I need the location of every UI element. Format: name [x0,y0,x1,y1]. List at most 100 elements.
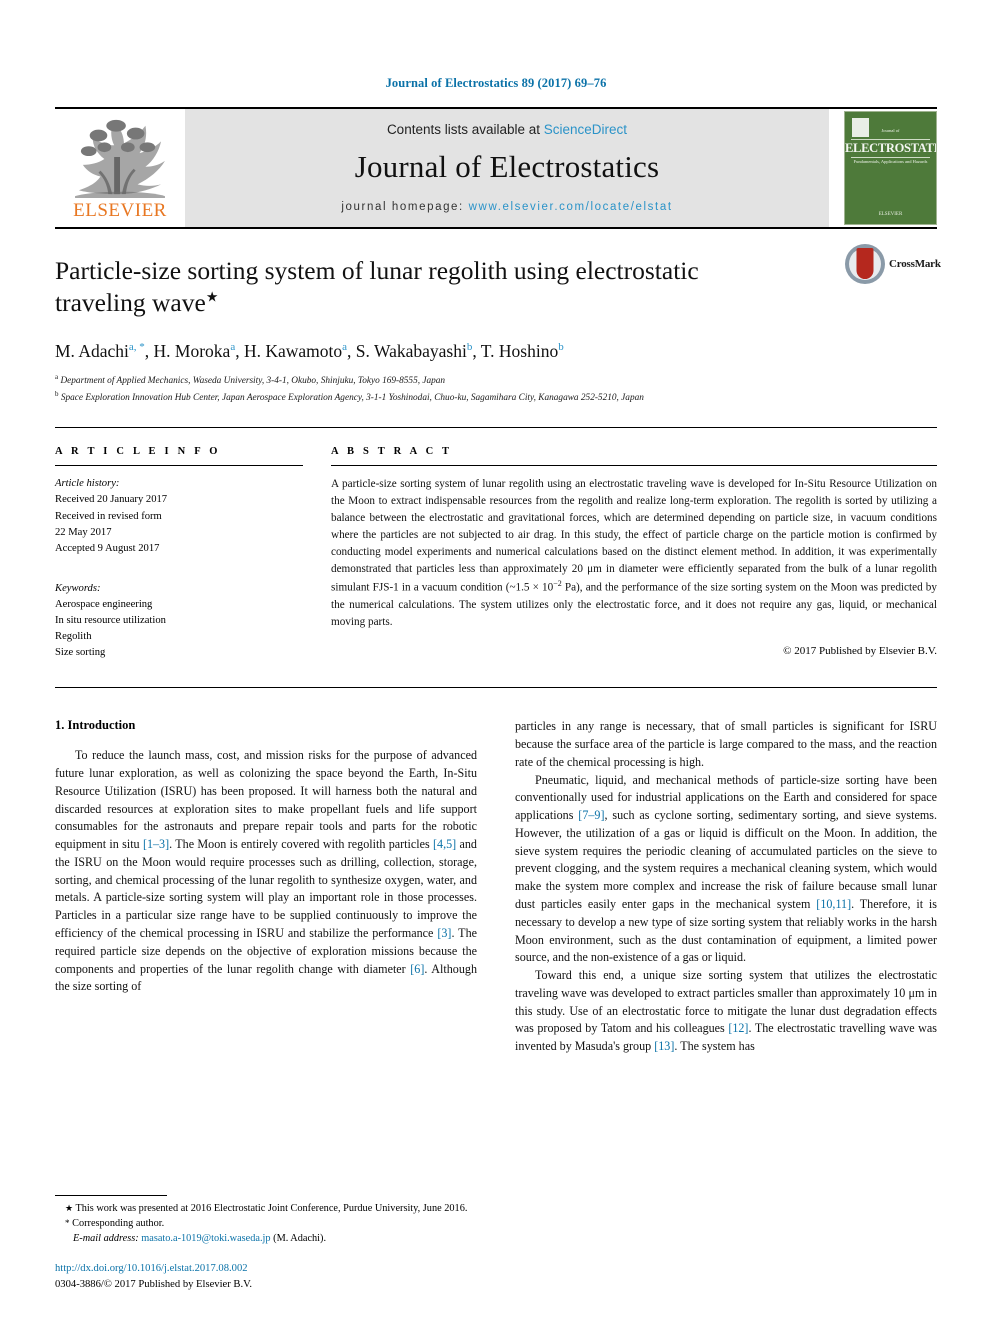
abstract-rule [331,465,937,467]
cover-publisher-name: ELSEVIER [878,212,903,217]
author-marks: a [342,341,348,354]
keywords-label: Keywords: [55,582,101,594]
history-item: Received in revised form [55,510,162,522]
article-title-text: Particle-size sorting system of lunar re… [55,256,699,318]
paragraph: To reduce the launch mass, cost, and mis… [55,747,477,996]
cover-title: ELECTROSTATICS [845,141,937,155]
title-footnote-marker: ★ [205,290,219,306]
cover-small-top: Journal of [881,128,900,133]
crossmark-icon [845,244,885,284]
paragraph-text: . The Moon is entirely covered with rego… [169,837,433,852]
author-item: H. Morokaa [154,341,236,361]
info-abstract-section: A R T I C L E I N F O Article history: R… [55,427,937,661]
doi-block: http://dx.doi.org/10.1016/j.elstat.2017.… [55,1261,475,1293]
body-columns: 1. Introduction To reduce the launch mas… [55,687,937,1056]
title-block: CrossMark Particle-size sorting system o… [55,227,941,405]
cover-rule-bottom [851,157,930,158]
citation-link[interactable]: [12] [728,1021,748,1035]
affiliation-marker: a [55,373,59,382]
homepage-prefix: journal homepage: [341,200,469,213]
article-info-column: A R T I C L E I N F O Article history: R… [55,446,303,661]
paragraph-text: To reduce the launch mass, cost, and mis… [55,748,477,852]
keyword-item: In situ resource utilization [55,615,166,627]
history-item: 22 May 2017 [55,526,112,538]
body-column-left: 1. Introduction To reduce the launch mas… [55,718,477,1056]
affiliation-list: a Department of Applied Mechanics, Wased… [55,372,937,405]
footnote-star-text: This work was presented at 2016 Electros… [73,1203,468,1215]
author-name: M. Adachi [55,341,129,362]
paragraph: Pneumatic, liquid, and mechanical method… [515,772,937,967]
contents-prefix: Contents lists available at [386,121,544,137]
sciencedirect-link[interactable]: ScienceDirect [544,122,627,137]
abstract-heading: A B S T R A C T [331,446,453,458]
author-name: S. Wakabayashi [355,341,467,362]
section-heading-introduction: 1. Introduction [55,718,136,733]
citation-link[interactable]: [10,11] [816,897,851,911]
homepage-url-link[interactable]: www.elsevier.com/locate/elstat [469,201,673,213]
elsevier-logo: ELSEVIER [55,109,185,227]
footnotes-block: ★ This work was presented at 2016 Electr… [55,1195,475,1293]
abstract-copyright: © 2017 Published by Elsevier B.V. [783,645,937,658]
article-info-heading: A R T I C L E I N F O [55,446,221,458]
affiliation-item: a Department of Applied Mechanics, Wased… [55,372,937,389]
email-link[interactable]: masato.a-1019@toki.waseda.jp [141,1233,270,1244]
crossmark-label: CrossMark [889,258,941,270]
paragraph: particles in any range is necessary, tha… [515,718,937,771]
paragraph-text: . The system has [674,1039,755,1054]
author-item: H. Kawamotoa [244,341,347,361]
author-marks: a, * [128,341,145,354]
citation-link[interactable]: [7–9] [578,808,604,822]
email-suffix: (M. Adachi). [270,1233,327,1245]
affiliation-text: Space Exploration Innovation Hub Center,… [60,392,644,403]
footnote-corresponding: * Corresponding author. [55,1216,475,1231]
history-item: Received 20 January 2017 [55,494,168,506]
masthead-right: Journal of ELECTROSTATICS Fundamentals, … [829,109,937,227]
paragraph-text: , such as cyclone sorting, sedimentary s… [515,808,937,911]
journal-masthead: ELSEVIER Contents lists available at Sci… [55,107,937,227]
footnote-rule [55,1195,167,1197]
journal-cover-thumbnail: Journal of ELECTROSTATICS Fundamentals, … [844,111,937,225]
article-history-group: Article history: Received 20 January 201… [55,476,303,556]
article-page: Journal of Electrostatics 89 (2017) 69–7… [0,0,992,1323]
author-marks: b [558,341,564,354]
paragraph-text: particles in any range is necessary, tha… [515,719,937,769]
citation-link[interactable]: [1–3] [143,837,169,851]
journal-homepage-line: journal homepage: www.elsevier.com/locat… [341,201,672,213]
author-marks: b [466,341,473,354]
citation-link[interactable]: [13] [654,1039,674,1053]
author-item: S. Wakabayashib [356,341,473,361]
footnote-email: E-mail address: masato.a-1019@toki.wased… [55,1231,475,1246]
keywords-group: Keywords: Aerospace engineering In situ … [55,581,303,661]
author-name: H. Kawamoto [243,341,343,362]
running-head: Journal of Electrostatics 89 (2017) 69–7… [385,76,607,90]
footnote-corr-text: Corresponding author. [69,1218,165,1230]
affiliation-text: Department of Applied Mechanics, Waseda … [60,376,446,387]
body-column-right: particles in any range is necessary, tha… [515,718,937,1056]
email-label: E-mail address: [73,1233,142,1245]
abstract-column: A B S T R A C T A particle-size sorting … [331,446,937,661]
history-item: Accepted 9 August 2017 [55,542,160,554]
cover-rule-top [851,139,930,140]
citation-link[interactable]: [4,5] [433,837,456,851]
paragraph-text: and the ISRU on the Moon would require p… [55,837,477,940]
citation-link[interactable]: [6] [410,962,424,976]
citation-link[interactable]: [3] [437,926,451,940]
abstract-body: A particle-size sorting system of lunar … [331,476,937,631]
masthead-center: Contents lists available at ScienceDirec… [185,109,829,227]
affiliation-item: b Space Exploration Innovation Hub Cente… [55,389,937,406]
elsevier-tree-icon [71,114,169,200]
footnote-star-marker: ★ [65,1203,74,1214]
author-name: H. Moroka [153,341,231,362]
crossmark-badge[interactable]: CrossMark [845,243,941,285]
article-history-label: Article history: [55,478,120,490]
issn-copyright-line: 0304-3886/© 2017 Published by Elsevier B… [55,1279,253,1291]
keyword-item: Size sorting [55,647,106,659]
author-marks: a [230,341,236,354]
keyword-item: Aerospace engineering [55,598,153,610]
elsevier-wordmark: ELSEVIER [73,200,167,221]
author-item: M. Adachia, * [55,341,145,361]
article-info-rule [55,465,303,467]
page-title: Particle-size sorting system of lunar re… [55,255,755,319]
abstract-part-1: A particle-size sorting system of lunar … [331,478,937,595]
doi-link[interactable]: http://dx.doi.org/10.1016/j.elstat.2017.… [55,1261,475,1277]
